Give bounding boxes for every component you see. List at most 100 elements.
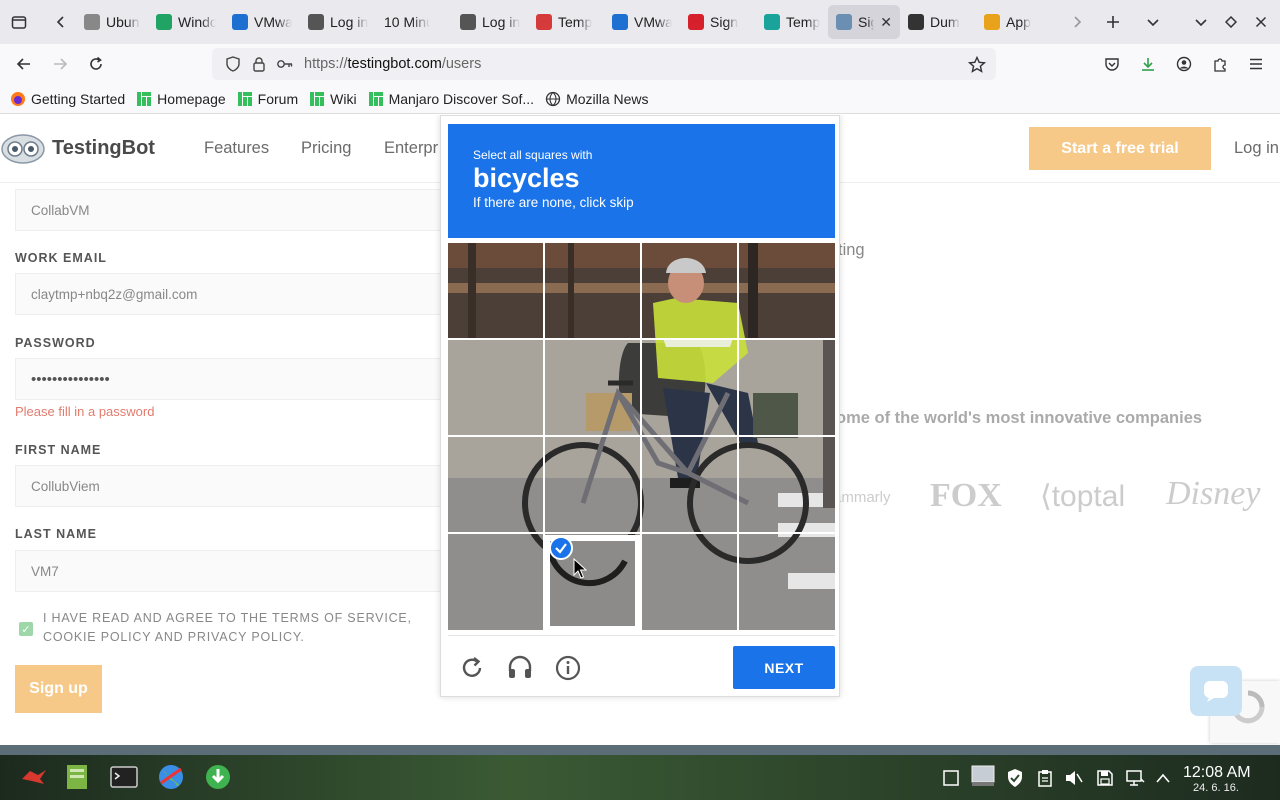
captcha-tile[interactable]	[739, 534, 834, 629]
show-desktop-button[interactable]	[940, 767, 962, 789]
nav-enterprise[interactable]: Enterpr	[384, 139, 438, 158]
browser-tab[interactable]: VMware	[224, 5, 300, 39]
browser-tab[interactable]: Log in	[300, 5, 376, 39]
captcha-tile[interactable]	[448, 243, 543, 338]
bookmark-item[interactable]: Mozilla News	[545, 91, 649, 107]
captcha-tile[interactable]	[642, 437, 737, 532]
start-free-trial-button[interactable]: Start a free trial	[1029, 127, 1211, 170]
captcha-tile[interactable]	[448, 534, 543, 629]
password-field[interactable]: •••••••••••••••	[15, 358, 445, 400]
captcha-tile[interactable]	[545, 340, 640, 435]
captcha-tile[interactable]	[448, 437, 543, 532]
tab-overview-button[interactable]	[4, 7, 34, 37]
screen-thumbnail[interactable]	[970, 763, 996, 789]
browser-tab[interactable]: Windows	[148, 5, 224, 39]
list-all-tabs-button[interactable]	[1138, 7, 1168, 37]
app-menu-button[interactable]	[1238, 48, 1274, 80]
captcha-tile[interactable]	[545, 243, 640, 338]
save-tray-icon[interactable]	[1094, 767, 1116, 789]
email-label: WORK EMAIL	[15, 251, 107, 265]
app-launcher-button[interactable]	[18, 760, 50, 794]
site-logo[interactable]: TestingBot	[0, 131, 155, 165]
bookmark-item[interactable]: Getting Started	[10, 91, 125, 107]
chat-widget-button[interactable]	[1190, 666, 1242, 716]
browser-tab[interactable]: Temp	[528, 5, 604, 39]
browser-tab[interactable]: 10 Minute	[376, 5, 452, 39]
clipboard-tray-icon[interactable]	[1034, 767, 1056, 789]
window-list-icon	[11, 16, 27, 29]
first-name-field[interactable]: CollubViem	[15, 465, 445, 507]
captcha-tile[interactable]	[448, 340, 543, 435]
captcha-tile[interactable]	[739, 340, 834, 435]
last-name-field[interactable]: VM7	[15, 550, 445, 592]
extensions-button[interactable]	[1202, 48, 1238, 80]
captcha-tile[interactable]	[642, 243, 737, 338]
hamburger-icon	[1250, 58, 1262, 70]
nav-pricing[interactable]: Pricing	[301, 139, 351, 158]
reload-button[interactable]	[78, 48, 114, 80]
download-arrow-icon	[206, 765, 230, 789]
key-icon[interactable]	[272, 51, 298, 77]
back-button[interactable]	[6, 48, 42, 80]
bookmark-item[interactable]: Homepage	[136, 91, 226, 107]
clock-time[interactable]: 12:08 AM	[1183, 764, 1251, 782]
audio-challenge-button[interactable]	[504, 652, 536, 684]
url-scheme: https://	[304, 56, 348, 72]
reload-challenge-button[interactable]	[456, 652, 488, 684]
terminal-button[interactable]	[108, 760, 140, 794]
browser-tab[interactable]: App	[976, 5, 1056, 39]
browser-tab[interactable]: Log in	[452, 5, 528, 39]
volume-tray-icon[interactable]	[1063, 767, 1085, 789]
captcha-tile[interactable]	[642, 534, 737, 629]
help-button[interactable]	[552, 652, 584, 684]
browser-button[interactable]	[155, 760, 187, 794]
captcha-tile[interactable]	[642, 340, 737, 435]
browser-tab[interactable]: Sign	[680, 5, 756, 39]
file-manager-button[interactable]	[61, 760, 93, 794]
refresh-icon	[462, 657, 482, 677]
bookmark-star-icon[interactable]	[964, 52, 990, 78]
terms-checkbox[interactable]: ✓	[19, 622, 33, 636]
forward-button[interactable]	[42, 48, 78, 80]
browser-tab[interactable]: Temp	[756, 5, 828, 39]
window-minimize-button[interactable]	[1186, 7, 1216, 37]
company-field[interactable]: CollabVM	[15, 189, 445, 231]
close-tab-icon[interactable]: ✕	[880, 14, 892, 31]
captcha-tile[interactable]	[739, 243, 834, 338]
software-update-button[interactable]	[202, 760, 234, 794]
new-tab-button[interactable]	[1098, 7, 1128, 37]
account-button[interactable]	[1166, 48, 1202, 80]
browser-tab[interactable]: Sign ✕	[828, 5, 900, 39]
chevron-left-icon	[56, 16, 64, 28]
bookmark-item[interactable]: Wiki	[309, 91, 357, 107]
clock-date[interactable]: 24. 6. 16.	[1193, 782, 1239, 794]
email-field[interactable]: claytmp+nbq2z@gmail.com	[15, 273, 445, 315]
browser-tab[interactable]: Ubuntu	[76, 5, 148, 39]
scroll-tabs-left-button[interactable]	[46, 7, 76, 37]
network-tray-icon[interactable]	[1124, 767, 1146, 789]
downloads-button[interactable]	[1130, 48, 1166, 80]
login-link[interactable]: Log in	[1234, 139, 1279, 158]
sign-up-button[interactable]: Sign up	[15, 665, 102, 713]
shield-icon[interactable]	[220, 51, 246, 77]
bookmark-item[interactable]: Manjaro Discover Sof...	[368, 91, 534, 107]
window-maximize-button[interactable]	[1216, 7, 1246, 37]
scroll-tabs-right-button[interactable]	[1062, 7, 1092, 37]
pocket-button[interactable]	[1094, 48, 1130, 80]
captcha-tile[interactable]	[739, 437, 834, 532]
vmware-icon	[232, 14, 248, 30]
window-close-button[interactable]	[1246, 7, 1276, 37]
captcha-next-button[interactable]: NEXT	[733, 646, 835, 689]
browser-tab-label: Temp	[786, 14, 820, 30]
url-text[interactable]: https://testingbot.com/users	[304, 56, 481, 72]
security-tray-icon[interactable]	[1004, 767, 1026, 789]
url-bar[interactable]: https://testingbot.com/users	[212, 48, 996, 80]
captcha-tile[interactable]	[545, 437, 640, 532]
bookmark-item[interactable]: Forum	[237, 91, 298, 107]
browser-tab[interactable]: VMware	[604, 5, 680, 39]
browser-tab[interactable]: Dum	[900, 5, 976, 39]
nav-features[interactable]: Features	[204, 139, 269, 158]
tray-expand-button[interactable]	[1152, 767, 1174, 789]
lock-icon[interactable]	[246, 51, 272, 77]
chevron-right-icon	[1074, 16, 1082, 28]
